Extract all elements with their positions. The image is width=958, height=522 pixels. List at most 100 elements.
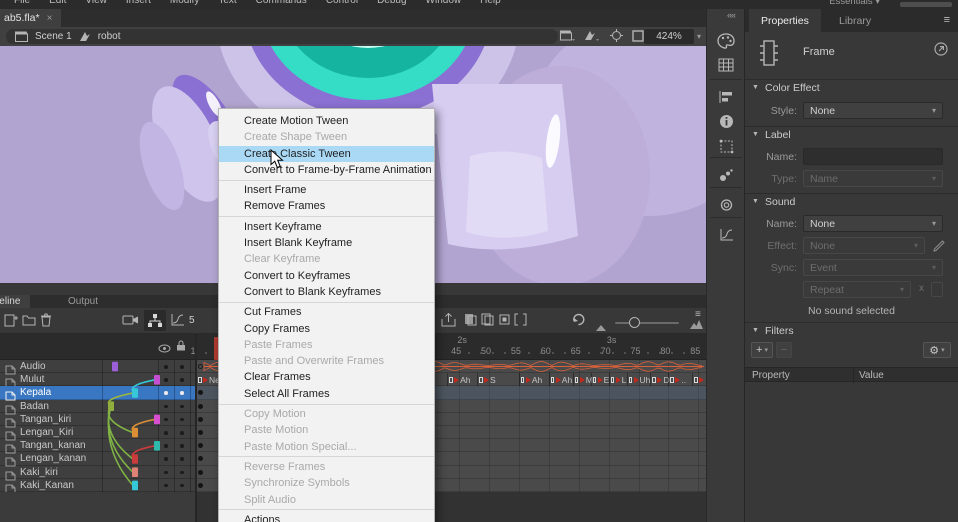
layer-visibility-dot[interactable]	[164, 365, 168, 369]
menu-item-insert-keyframe[interactable]: Insert Keyframe	[219, 219, 434, 235]
layer-lock-dot[interactable]	[180, 418, 184, 422]
layer-visibility-dot[interactable]	[164, 405, 168, 409]
style-dropdown[interactable]: None▾	[803, 102, 943, 119]
layer-row-kepala[interactable]: Kepala	[0, 386, 196, 399]
layer-name[interactable]: Tangan_kanan	[20, 440, 86, 451]
layer-visibility-dot[interactable]	[164, 378, 168, 382]
layer-name[interactable]: Audio	[20, 361, 46, 372]
parent-view-toggle[interactable]	[144, 310, 166, 331]
zoom-level-field[interactable]: 424%	[644, 29, 694, 44]
layer-lock-dot[interactable]	[180, 444, 184, 448]
collapse-triangle-icon[interactable]: ▼	[752, 327, 759, 334]
search-box[interactable]	[900, 2, 952, 7]
section-filters[interactable]: ▼ Filters	[745, 322, 958, 339]
dock-motion-presets-panel[interactable]	[710, 223, 742, 247]
menu-item-create-classic-tween[interactable]: Create Classic Tween	[219, 146, 434, 162]
collapse-panels-icon[interactable]: ««	[727, 10, 735, 20]
menu-file[interactable]: File	[14, 0, 30, 6]
layer-name[interactable]: Kaki_Kanan	[20, 480, 74, 491]
layer-name[interactable]: Lengan_Kiri	[20, 427, 73, 438]
layer-row-mulut[interactable]: Mulut	[0, 373, 196, 386]
new-folder-icon[interactable]	[22, 313, 36, 331]
menu-item-remove-frames[interactable]: Remove Frames	[219, 198, 434, 214]
menu-item-convert-to-keyframes[interactable]: Convert to Keyframes	[219, 268, 434, 284]
menu-view[interactable]: View	[85, 0, 107, 6]
layer-lock-dot[interactable]	[180, 391, 184, 395]
dock-brush-panel[interactable]	[710, 163, 742, 187]
loop-icon[interactable]	[571, 313, 586, 332]
frame-size-slider[interactable]	[615, 322, 679, 324]
sound-name-dropdown[interactable]: None▾	[803, 215, 943, 232]
dock-color-panel[interactable]	[710, 29, 742, 53]
new-layer-icon[interactable]	[4, 313, 18, 332]
onion-skin-icon[interactable]	[464, 313, 477, 331]
edit-sound-pencil-icon[interactable]	[933, 239, 945, 257]
menu-debug[interactable]: Debug	[377, 0, 406, 6]
layer-row-badan[interactable]: Badan	[0, 400, 196, 413]
menu-help[interactable]: Help	[480, 0, 501, 6]
layer-lock-dot[interactable]	[180, 431, 184, 435]
layer-lock-dot[interactable]	[180, 378, 184, 382]
tab-library[interactable]: Library	[827, 9, 883, 32]
menu-modify[interactable]: Modify	[170, 0, 199, 6]
menu-insert[interactable]: Insert	[126, 0, 151, 6]
layer-visibility-dot[interactable]	[164, 484, 168, 488]
layer-name[interactable]: Tangan_kiri	[20, 414, 71, 425]
menu-edit[interactable]: Edit	[49, 0, 66, 6]
zoom-dropdown-icon[interactable]: ▾	[697, 32, 701, 41]
menu-item-convert-to-frame-by-frame-animation[interactable]: Convert to Frame-by-Frame Animation›	[219, 162, 434, 178]
properties-panel-menu-icon[interactable]: ≡	[944, 14, 950, 26]
menu-item-actions[interactable]: Actions	[219, 512, 434, 522]
layer-row-audio[interactable]: Audio	[0, 360, 196, 373]
menu-item-create-motion-tween[interactable]: Create Motion Tween	[219, 113, 434, 129]
add-filter-button[interactable]: +▾	[751, 342, 773, 358]
layer-visibility-dot[interactable]	[164, 471, 168, 475]
collapse-triangle-icon[interactable]: ▼	[752, 84, 759, 91]
layer-visibility-dot[interactable]	[164, 391, 168, 395]
dock-swatches-panel[interactable]	[710, 53, 742, 77]
menu-commands[interactable]: Commands	[256, 0, 307, 6]
workspace-switcher[interactable]: Essentials ▾	[829, 0, 880, 7]
menu-item-copy-frames[interactable]: Copy Frames	[219, 321, 434, 337]
document-tab[interactable]: ab5.fla* ×	[0, 9, 61, 27]
motion-graph-icon[interactable]	[170, 313, 185, 332]
tab-output[interactable]: Output	[58, 295, 108, 308]
layer-name[interactable]: Kepala	[20, 387, 51, 398]
menu-window[interactable]: Window	[426, 0, 462, 6]
layer-row-lengan-kiri[interactable]: Lengan_Kiri	[0, 426, 196, 439]
edit-scene-icon[interactable]	[560, 29, 575, 47]
layer-row-tangan-kanan[interactable]: Tangan_kanan	[0, 439, 196, 452]
collapse-triangle-icon[interactable]: ▼	[752, 131, 759, 138]
dock-info-panel[interactable]	[710, 109, 742, 133]
layer-name[interactable]: Kaki_kiri	[20, 467, 58, 478]
section-label[interactable]: ▼ Label	[745, 126, 958, 143]
edit-multiple-frames-icon[interactable]	[498, 313, 511, 331]
layer-visibility-dot[interactable]	[164, 431, 168, 435]
breadcrumb-symbol[interactable]: robot	[98, 31, 121, 42]
layer-name[interactable]: Badan	[20, 401, 49, 412]
tab-properties[interactable]: Properties	[749, 9, 821, 32]
layer-visibility-dot[interactable]	[164, 444, 168, 448]
layer-lock-dot[interactable]	[180, 405, 184, 409]
section-sound[interactable]: ▼ Sound	[745, 193, 958, 210]
layer-lock-dot[interactable]	[180, 365, 184, 369]
dock-align-panel[interactable]	[710, 85, 742, 109]
show-all-layers-eye-icon[interactable]	[158, 340, 171, 358]
layer-row-kaki-kiri[interactable]: Kaki_kiri	[0, 466, 196, 479]
collapse-triangle-icon[interactable]: ▼	[752, 198, 759, 205]
menu-text[interactable]: Text	[218, 0, 236, 6]
menu-item-convert-to-blank-keyframes[interactable]: Convert to Blank Keyframes	[219, 284, 434, 300]
tab-timeline[interactable]: Timeline	[0, 295, 30, 308]
label-name-input[interactable]	[803, 148, 943, 165]
export-frames-icon[interactable]	[441, 313, 456, 332]
menu-item-cut-frames[interactable]: Cut Frames	[219, 304, 434, 320]
section-color-effect[interactable]: ▼ Color Effect	[745, 79, 958, 96]
layer-visibility-dot[interactable]	[164, 457, 168, 461]
layer-frames-divider[interactable]	[195, 334, 197, 522]
dock-transform-panel[interactable]	[710, 134, 742, 158]
frame-size-slider-knob[interactable]	[629, 317, 640, 328]
center-stage-icon[interactable]	[610, 29, 623, 47]
delete-layer-icon[interactable]	[40, 313, 52, 332]
layer-lock-dot[interactable]	[180, 471, 184, 475]
menu-item-clear-frames[interactable]: Clear Frames	[219, 369, 434, 385]
